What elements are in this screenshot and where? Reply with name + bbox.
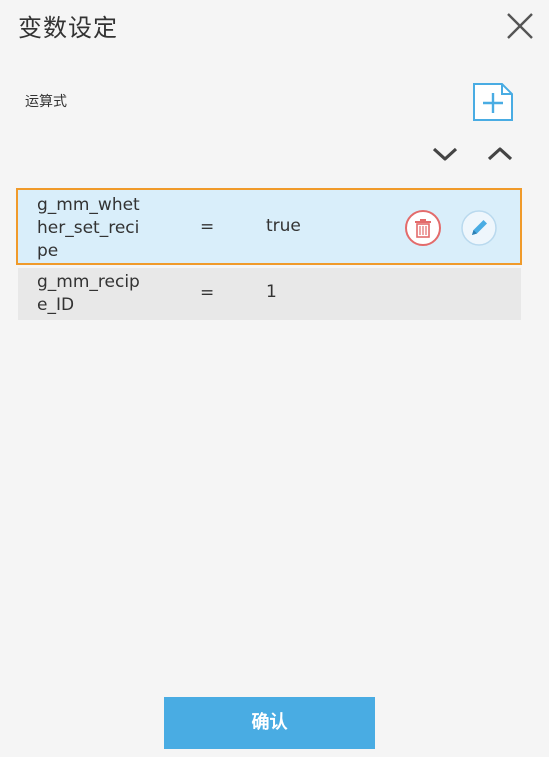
chevron-up-icon[interactable] <box>485 142 515 166</box>
operator: = <box>200 283 215 303</box>
expressions-label: 运算式 <box>25 94 67 110</box>
variable-name: g_mm_whether_set_recipe <box>37 195 140 261</box>
variable-value: 1 <box>266 282 277 302</box>
operator: = <box>200 217 215 237</box>
variable-name: g_mm_recipe_ID <box>37 272 140 315</box>
chevron-down-icon[interactable] <box>430 142 460 166</box>
add-document-icon[interactable] <box>472 82 514 122</box>
dialog-header: 变数设定 <box>0 0 549 52</box>
expression-row[interactable]: g_mm_whether_set_recipe = true <box>16 188 522 265</box>
trash-icon[interactable] <box>404 209 442 247</box>
confirm-button[interactable]: 确认 <box>164 697 375 749</box>
dialog-title: 变数设定 <box>18 14 118 42</box>
variable-value: true <box>266 216 301 236</box>
pencil-icon[interactable] <box>460 209 498 247</box>
close-icon[interactable] <box>504 10 536 42</box>
expression-row[interactable]: g_mm_recipe_ID = 1 <box>18 268 521 320</box>
